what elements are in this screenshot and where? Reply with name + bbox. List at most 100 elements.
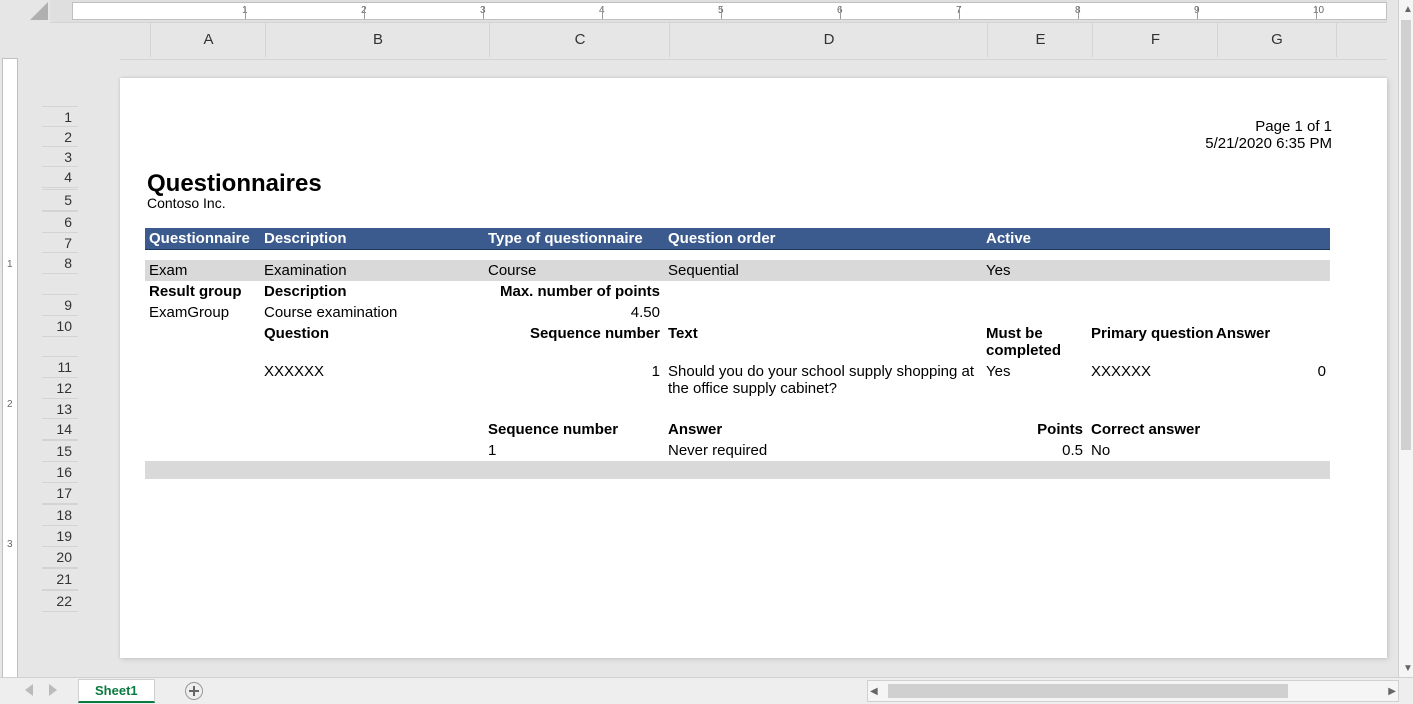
row-header-13[interactable]: 13 xyxy=(42,398,78,420)
row-header-11[interactable]: 11 xyxy=(42,356,78,378)
h-a-seq: Sequence number xyxy=(484,419,664,440)
row-header-14[interactable]: 14 xyxy=(42,418,78,440)
select-all-cells[interactable] xyxy=(0,0,50,22)
scroll-down-icon[interactable]: ▼ xyxy=(1401,661,1413,676)
h-must: Must be completed xyxy=(982,323,1087,361)
row-headers[interactable]: 1234 12345678910111213141516171819202122 xyxy=(0,58,50,678)
h-max-points: Max. number of points xyxy=(484,281,664,302)
v-answer: 0 xyxy=(1212,361,1330,399)
report-title: Questionnaires xyxy=(147,170,322,198)
ruler-h-num: 10 xyxy=(1313,5,1324,16)
row-header-20[interactable]: 20 xyxy=(42,546,78,568)
spreadsheet-app: 1234567891011 ABCDEFG 1234 1234567891011… xyxy=(0,0,1413,704)
answer-header: Sequence number Answer Points Correct an… xyxy=(145,419,1330,440)
v-a-answer: Never required xyxy=(664,440,982,461)
h-type: Type of questionnaire xyxy=(484,228,664,249)
row-header-5[interactable]: 5 xyxy=(42,189,78,211)
h-answer: Answer xyxy=(1212,323,1330,361)
row-header-15[interactable]: 15 xyxy=(42,440,78,462)
v-text: Should you do your school supply shoppin… xyxy=(664,361,982,399)
footer-row xyxy=(145,461,1330,479)
v-result-group: ExamGroup xyxy=(145,302,260,323)
h-question: Question xyxy=(260,323,484,361)
v-must: Yes xyxy=(982,361,1087,399)
h-rg-description: Description xyxy=(260,281,484,302)
main-row[interactable]: Exam Examination Course Sequential Yes xyxy=(145,260,1330,281)
question-header: Question Sequence number Text Must be co… xyxy=(145,323,1330,361)
column-header-G[interactable]: G xyxy=(1217,23,1337,57)
v-active: Yes xyxy=(982,260,1087,281)
v-a-correct: No xyxy=(1087,440,1212,461)
h-primary: Primary question xyxy=(1087,323,1212,361)
horizontal-scrollbar[interactable]: ◀ ▶ xyxy=(867,680,1399,702)
column-headers[interactable]: ABCDEFG xyxy=(50,22,1387,60)
h-seq-num: Sequence number xyxy=(484,323,664,361)
ruler-v-num: 1 xyxy=(7,259,13,270)
row-header-12[interactable]: 12 xyxy=(42,377,78,399)
row-header-16[interactable]: 16 xyxy=(42,461,78,483)
row-header-9[interactable]: 9 xyxy=(42,294,78,316)
add-sheet-button[interactable] xyxy=(185,682,203,700)
h-result-group: Result group xyxy=(145,281,260,302)
v-question: XXXXXX xyxy=(260,361,484,399)
row-header-22[interactable]: 22 xyxy=(42,590,78,612)
sheet-tab-active[interactable]: Sheet1 xyxy=(78,679,155,703)
ruler-v-num: 2 xyxy=(7,399,13,410)
h-active: Active xyxy=(982,228,1087,249)
row-header-7[interactable]: 7 xyxy=(42,232,78,254)
v-rg-description: Course examination xyxy=(260,302,484,323)
vertical-scroll-thumb[interactable] xyxy=(1401,20,1411,450)
page-number: Page 1 of 1 xyxy=(1205,118,1332,135)
timestamp: 5/21/2020 6:35 PM xyxy=(1205,135,1332,152)
row-header-17[interactable]: 17 xyxy=(42,482,78,504)
row-header-10[interactable]: 10 xyxy=(42,315,78,337)
result-group-row[interactable]: ExamGroup Course examination 4.50 xyxy=(145,302,1330,323)
v-description: Examination xyxy=(260,260,484,281)
v-a-seq: 1 xyxy=(484,440,664,461)
sheet-tab-bar: Sheet1 ◀ ▶ xyxy=(0,677,1413,704)
ruler-v-num: 3 xyxy=(7,539,13,550)
v-type: Course xyxy=(484,260,664,281)
tab-next-icon[interactable] xyxy=(49,684,63,698)
column-header-D[interactable]: D xyxy=(669,23,989,57)
h-a-points: Points xyxy=(982,419,1087,440)
v-order: Sequential xyxy=(664,260,982,281)
row-header-1[interactable]: 1 xyxy=(42,106,78,128)
column-header-A[interactable]: A xyxy=(150,23,267,57)
h-text: Text xyxy=(664,323,982,361)
question-row[interactable]: XXXXXX 1 Should you do your school suppl… xyxy=(145,361,1330,399)
h-questionnaire: Questionnaire xyxy=(145,228,260,249)
v-seq-num: 1 xyxy=(484,361,664,399)
row-header-19[interactable]: 19 xyxy=(42,525,78,547)
v-questionnaire: Exam xyxy=(145,260,260,281)
tab-prev-icon[interactable] xyxy=(25,684,39,698)
row-header-21[interactable]: 21 xyxy=(42,568,78,590)
row-header-18[interactable]: 18 xyxy=(42,504,78,526)
result-group-header: Result group Description Max. number of … xyxy=(145,281,1330,302)
scroll-right-icon[interactable]: ▶ xyxy=(1386,684,1398,699)
report-data: Questionnaire Description Type of questi… xyxy=(145,228,1330,479)
h-order: Question order xyxy=(664,228,982,249)
answer-row[interactable]: 1 Never required 0.5 No xyxy=(145,440,1330,461)
horizontal-ruler: 1234567891011 xyxy=(50,0,1387,22)
row-header-4[interactable]: 4 xyxy=(42,166,78,188)
column-header-C[interactable]: C xyxy=(489,23,671,57)
page-meta: Page 1 of 1 5/21/2020 6:35 PM xyxy=(1205,118,1332,152)
row-header-8[interactable]: 8 xyxy=(42,252,78,274)
print-preview-page: Page 1 of 1 5/21/2020 6:35 PM Questionna… xyxy=(120,78,1387,658)
header-row-main: Questionnaire Description Type of questi… xyxy=(145,228,1330,250)
v-a-points: 0.5 xyxy=(982,440,1087,461)
column-header-F[interactable]: F xyxy=(1092,23,1219,57)
v-primary: XXXXXX xyxy=(1087,361,1212,399)
row-header-3[interactable]: 3 xyxy=(42,146,78,168)
horizontal-scroll-thumb[interactable] xyxy=(888,684,1288,698)
company-name: Contoso Inc. xyxy=(147,195,226,211)
column-header-B[interactable]: B xyxy=(265,23,491,57)
row-header-2[interactable]: 2 xyxy=(42,126,78,148)
vertical-scrollbar[interactable]: ▲ ▼ xyxy=(1398,0,1413,678)
scroll-up-icon[interactable]: ▲ xyxy=(1401,2,1413,17)
h-a-correct: Correct answer xyxy=(1087,419,1212,440)
scroll-left-icon[interactable]: ◀ xyxy=(868,684,880,699)
row-header-6[interactable]: 6 xyxy=(42,211,78,233)
column-header-E[interactable]: E xyxy=(987,23,1094,57)
